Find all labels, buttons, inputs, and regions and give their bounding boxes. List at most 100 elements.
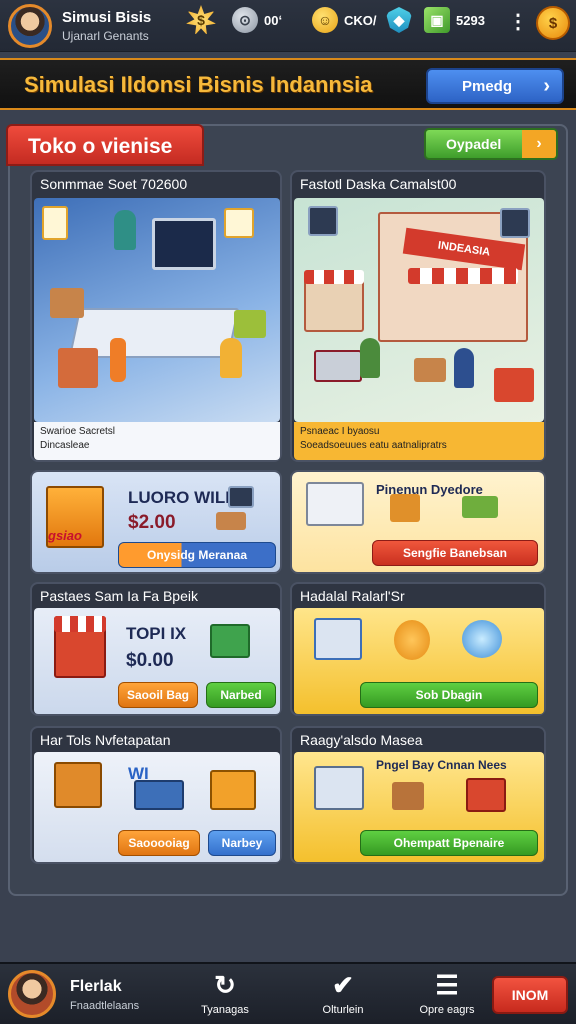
action-button[interactable]: INOM (492, 976, 568, 1014)
bottom-nav: Flerlak Fnaadtlelaans ↻ Tyanagas ✔ Oltur… (0, 962, 576, 1024)
produce-box-icon (216, 512, 246, 530)
title-banner: Simulasi Ildonsi Bisnis Indannsia Pmedg … (0, 58, 576, 110)
smiley-coin-icon: ☺ (312, 7, 338, 33)
shelf-unit-icon (134, 780, 184, 810)
offer-card-7[interactable]: Har Tols Nvfetapatan WI Saooooiag Narbey (30, 726, 282, 864)
cooler-box-icon (494, 368, 534, 402)
card-body: WI Saooooiag Narbey (34, 752, 280, 862)
offer-card-5[interactable]: Pastaes Sam Ia Fa Bpeik TOPI IX $0.00 Sa… (30, 582, 282, 716)
offer-card-6[interactable]: Hadalal Ralarl'Sr Sob Dbagin (290, 582, 546, 716)
crate-label: gsiao (48, 528, 82, 543)
nav-item-manage[interactable]: ↻ Tyanagas (190, 970, 260, 1022)
screen-icon (500, 208, 530, 238)
customer-figure (220, 338, 242, 378)
banner-nav-label: Pmedg (462, 77, 513, 95)
cash-register-icon (306, 482, 364, 526)
fruit-crate-icon (50, 288, 84, 318)
shelf-icon (314, 618, 362, 660)
game-title: Simulasi Ildonsi Bisnis Indannsia (24, 72, 373, 97)
silver-resource[interactable]: ⊙ 00ʻ (232, 7, 282, 33)
store-card-1[interactable]: Sonmmae Soet 702600 Swarioe Sacretsl Din… (30, 170, 282, 462)
sun-icon: $ (186, 5, 216, 35)
nav-label: Olturlein (322, 1004, 364, 1016)
card-caption-1: Psnaeac I byaosu (300, 426, 380, 437)
screen-icon (228, 486, 254, 508)
gem-resource[interactable]: ▣ 5293 (424, 7, 485, 33)
check-icon: ✔ (332, 970, 354, 1000)
shield-resource[interactable]: ◆ (386, 7, 412, 33)
gold-resource[interactable]: ☺ CKO/ (312, 7, 377, 33)
list-icon: ☰ (435, 970, 459, 1000)
player-name: Simusi Bisis (62, 9, 152, 26)
nav-item-menu[interactable]: ☰ Opre eagrs (412, 970, 482, 1022)
card-body: Sob Dbagin (294, 608, 544, 714)
cooler-box-icon (466, 778, 506, 812)
offer-card-3[interactable]: gsiao LUORO WILL $2.00 Onysidg Meranaa (30, 470, 282, 574)
supermarket-scene-illustration: INDEASIA (294, 198, 544, 422)
shop-coin-button[interactable]: $ (536, 6, 570, 40)
gem-value: 5293 (456, 12, 485, 28)
offer-label: LUORO WILL (128, 488, 236, 507)
offer-button-left[interactable]: Saooooiag (118, 830, 200, 856)
card-body: Pngel Bay Cnnan Nees Ohempatt Bpenaire (294, 752, 544, 862)
store-card-2[interactable]: Fastotl Daska Camalst00 INDEASIA Psnaeac… (290, 170, 546, 462)
top-hud: Simusi Bisis Ujanarl Genants $ ⊙ 00ʻ ☺ C… (0, 0, 576, 52)
profile-name: Flerlak (70, 978, 122, 995)
offer-action-button[interactable]: Ohempatt Bpenaire (360, 830, 538, 856)
cart-shelf-icon (314, 766, 364, 810)
offer-button-right[interactable]: Narbed (206, 682, 276, 708)
offer-action-button[interactable]: Sob Dbagin (360, 682, 538, 708)
produce-bin-icon (210, 624, 250, 658)
offer-card-8[interactable]: Raagy'alsdo Masea Pngel Bay Cnnan Nees O… (290, 726, 546, 864)
card-caption-1: Swarioe Sacretsl (40, 426, 116, 437)
offer-action-button[interactable]: Onysidg Meranaa (118, 542, 276, 568)
store-scene-illustration (34, 198, 280, 422)
shopping-cart-icon (314, 350, 362, 382)
refresh-icon: ↻ (214, 970, 236, 1000)
player-avatar[interactable] (8, 4, 52, 48)
card-caption-2: Soeadsoeuues eatu aatnalipratrs (300, 440, 447, 451)
player-subtitle: Ujanarl Genants (62, 29, 149, 43)
offer-label: Pinenun Dyedore (376, 482, 483, 497)
nav-item-tasks[interactable]: ✔ Olturlein (308, 970, 378, 1022)
cart-icon (392, 782, 424, 810)
tv-box-icon (54, 762, 102, 808)
upgrade-button[interactable]: Oypadel › (424, 128, 558, 160)
produce-box-icon (234, 310, 266, 338)
crate-icon (58, 348, 98, 388)
monitor-shape (152, 218, 216, 270)
card-caption-2: Dincasleae (40, 440, 90, 451)
sun-resource[interactable]: $ (186, 5, 216, 35)
flatbed-cart-icon (462, 496, 498, 518)
offer-button-left[interactable]: Saooil Bag (118, 682, 198, 708)
green-cube-icon: ▣ (424, 7, 450, 33)
card-body: TOPI IX $0.00 Saooil Bag Narbed (34, 608, 280, 714)
shopper-figure (454, 348, 474, 388)
shelf-stall-shape (304, 276, 364, 332)
chevron-right-icon: › (543, 75, 550, 97)
card-title: Har Tols Nvfetapatan (40, 732, 171, 748)
offer-price: $0.00 (126, 650, 174, 671)
menu-icon[interactable]: ⋮ (508, 10, 528, 34)
poster-icon (224, 208, 254, 238)
profile-avatar[interactable] (8, 970, 56, 1018)
offer-price: $2.00 (128, 512, 176, 533)
offer-card-4[interactable]: Pinenun Dyedore Sengfie Banebsan (290, 470, 546, 574)
tab-store[interactable]: Toko o vienise (6, 124, 204, 166)
screen-icon (308, 206, 338, 236)
arrow-right-icon: › (522, 130, 556, 158)
bread-icon (394, 620, 430, 660)
profile-subtitle: Fnaadtlelaans (70, 1000, 140, 1012)
clerk-figure (114, 210, 136, 250)
card-title: Hadalal Ralarl'Sr (300, 588, 405, 604)
cart-icon (390, 494, 420, 522)
nav-label: Tyanagas (201, 1004, 249, 1016)
offer-button-right[interactable]: Narbey (208, 830, 276, 856)
offer-action-button[interactable]: Sengfie Banebsan (372, 540, 538, 566)
awning-shape (304, 270, 364, 284)
crate-icon (210, 770, 256, 810)
shield-gem-icon: ◆ (386, 7, 412, 33)
card-title: Fastotl Daska Camalst00 (300, 176, 457, 192)
awning-shape (408, 268, 518, 284)
banner-nav-button[interactable]: Pmedg › (426, 68, 564, 104)
